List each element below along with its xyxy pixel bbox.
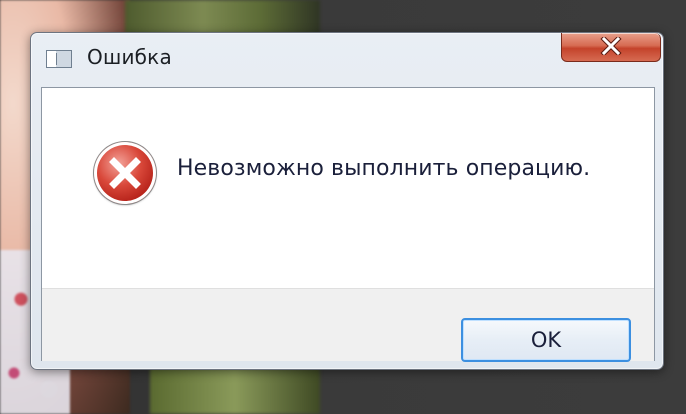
dialog-titlebar[interactable]: Ошибка [31, 33, 663, 83]
background-photo-top [125, 0, 320, 34]
dialog-content: Невозможно выполнить операцию. [42, 88, 654, 288]
ok-button[interactable]: OK [461, 318, 631, 362]
dialog-body: Невозможно выполнить операцию. OK [41, 87, 655, 362]
dialog-title: Ошибка [87, 45, 172, 69]
dialog-footer: OK [42, 288, 654, 362]
error-message: Невозможно выполнить операцию. [177, 156, 591, 181]
close-button[interactable] [561, 33, 661, 62]
close-icon [600, 37, 622, 55]
error-dialog: Ошибка Невозможно выполнить операцию. OK [30, 32, 664, 370]
error-icon [94, 142, 156, 204]
window-app-icon [46, 50, 72, 68]
background-photo-bottom [150, 368, 320, 414]
